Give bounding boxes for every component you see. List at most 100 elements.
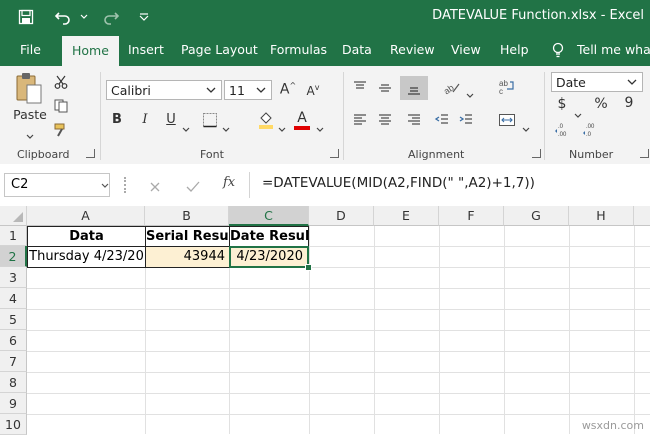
cell-a2[interactable]: Thursday 4/23/20: [27, 246, 146, 268]
formula-bar-grip[interactable]: [124, 177, 130, 193]
row-header-10[interactable]: 10: [0, 414, 27, 435]
svg-text:.0: .0: [558, 124, 564, 130]
font-size-dropdown[interactable]: 11: [224, 80, 272, 100]
ribbon: Paste Clipboard Calibri 11 A^ Av B I U A: [0, 66, 650, 165]
currency-dropdown-icon[interactable]: [574, 104, 582, 123]
customize-toolbar-icon[interactable]: [134, 0, 154, 34]
tab-formulas[interactable]: Formulas: [270, 34, 327, 66]
fill-color-dropdown-icon[interactable]: [278, 118, 286, 137]
format-painter-icon[interactable]: [54, 122, 70, 141]
orientation-icon[interactable]: ab: [441, 78, 461, 100]
clipboard-group-label: Clipboard: [17, 148, 70, 161]
svg-text:.0: .0: [586, 132, 592, 138]
undo-icon[interactable]: [50, 0, 76, 34]
insert-function-button[interactable]: fx: [223, 175, 235, 190]
paste-label[interactable]: Paste: [10, 107, 50, 122]
align-right-icon[interactable]: [406, 112, 422, 132]
tab-help[interactable]: Help: [500, 34, 529, 66]
clipboard-dialog-launcher-icon[interactable]: [86, 149, 95, 158]
wrap-text-icon[interactable]: ab c: [498, 78, 516, 100]
decrease-font-size-button[interactable]: Av: [304, 83, 322, 98]
column-header-d[interactable]: D: [309, 206, 374, 226]
decrease-font-label: A: [306, 84, 315, 98]
cut-icon[interactable]: [54, 74, 68, 93]
row-header-2[interactable]: 2: [0, 246, 27, 267]
borders-icon[interactable]: [202, 112, 218, 132]
row-header-5[interactable]: 5: [0, 309, 27, 330]
svg-text:.00: .00: [586, 124, 595, 130]
column-header-h[interactable]: H: [569, 206, 634, 226]
cell-b2[interactable]: 43944: [145, 246, 230, 268]
increase-indent-icon[interactable]: [458, 112, 474, 132]
column-header-b[interactable]: B: [145, 206, 229, 226]
tab-file[interactable]: File: [20, 34, 41, 66]
align-left-icon[interactable]: [352, 112, 368, 132]
comma-style-button[interactable]: 9: [624, 95, 634, 111]
orientation-dropdown-icon[interactable]: [466, 84, 474, 103]
underline-button[interactable]: U: [164, 112, 178, 127]
paste-icon[interactable]: [14, 72, 46, 108]
cell-a1[interactable]: Data: [27, 226, 146, 247]
row-header-7[interactable]: 7: [0, 351, 27, 372]
svg-text:.00: .00: [558, 132, 567, 138]
paste-dropdown-icon[interactable]: [26, 125, 34, 144]
bold-button[interactable]: B: [110, 112, 124, 127]
column-header-e[interactable]: E: [374, 206, 439, 226]
cell-c1[interactable]: Date Result: [229, 226, 309, 247]
tell-me-search[interactable]: Tell me what: [577, 34, 650, 66]
bottom-align-button[interactable]: [400, 76, 428, 100]
tab-page-layout[interactable]: Page Layout: [181, 34, 258, 66]
cell-c2-selected[interactable]: 4/23/2020: [229, 246, 309, 268]
row-header-1[interactable]: 1: [0, 226, 27, 246]
column-header-c[interactable]: C: [229, 206, 309, 226]
row-header-3[interactable]: 3: [0, 267, 27, 288]
font-dialog-launcher-icon[interactable]: [330, 149, 339, 158]
number-dialog-launcher-icon[interactable]: [640, 149, 649, 158]
row-header-9[interactable]: 9: [0, 393, 27, 414]
column-header-a[interactable]: A: [27, 206, 145, 226]
fill-color-icon[interactable]: [258, 110, 274, 134]
row-header-8[interactable]: 8: [0, 372, 27, 393]
top-align-icon[interactable]: [352, 80, 368, 100]
lightbulb-icon[interactable]: [552, 42, 564, 62]
font-color-dropdown-icon[interactable]: [316, 118, 324, 137]
formula-input[interactable]: =DATEVALUE(MID(A2,FIND(" ",A2)+1,7)): [262, 175, 535, 191]
save-icon[interactable]: [12, 0, 40, 34]
number-group-label: Number: [569, 148, 614, 161]
underline-dropdown-icon[interactable]: [182, 118, 190, 137]
align-center-icon[interactable]: [377, 112, 393, 132]
merge-center-icon[interactable]: [498, 111, 516, 133]
font-name-dropdown[interactable]: Calibri: [106, 80, 222, 100]
italic-button[interactable]: I: [138, 112, 152, 127]
cell-b1[interactable]: Serial Result: [145, 226, 230, 247]
tab-data[interactable]: Data: [342, 34, 372, 66]
select-all-corner[interactable]: [0, 206, 27, 226]
column-header-f[interactable]: F: [439, 206, 504, 226]
decrease-decimal-icon[interactable]: .00.0: [582, 121, 602, 143]
borders-dropdown-icon[interactable]: [222, 118, 230, 137]
tab-insert[interactable]: Insert: [128, 34, 164, 66]
tab-home[interactable]: Home: [62, 36, 119, 66]
copy-icon[interactable]: [54, 98, 70, 117]
name-box[interactable]: C2: [4, 173, 110, 197]
fill-handle[interactable]: [305, 264, 312, 271]
row-header-4[interactable]: 4: [0, 288, 27, 309]
merge-dropdown-icon[interactable]: [522, 118, 530, 137]
enter-check-icon[interactable]: [186, 178, 200, 197]
tab-view[interactable]: View: [451, 34, 481, 66]
middle-align-icon[interactable]: [377, 80, 393, 100]
increase-decimal-icon[interactable]: .0.00: [554, 121, 574, 143]
font-color-button[interactable]: A: [294, 110, 310, 130]
number-format-dropdown[interactable]: Date: [551, 72, 643, 92]
redo-icon[interactable]: [98, 0, 124, 34]
percent-button[interactable]: %: [594, 96, 608, 112]
alignment-dialog-launcher-icon[interactable]: [532, 149, 541, 158]
tab-review[interactable]: Review: [390, 34, 435, 66]
row-header-6[interactable]: 6: [0, 330, 27, 351]
increase-font-size-button[interactable]: A^: [279, 81, 297, 98]
cancel-icon[interactable]: [149, 178, 161, 197]
decrease-indent-icon[interactable]: [434, 112, 450, 132]
column-header-g[interactable]: G: [504, 206, 569, 226]
currency-button[interactable]: $: [556, 96, 568, 112]
undo-dropdown-icon[interactable]: [76, 0, 92, 34]
